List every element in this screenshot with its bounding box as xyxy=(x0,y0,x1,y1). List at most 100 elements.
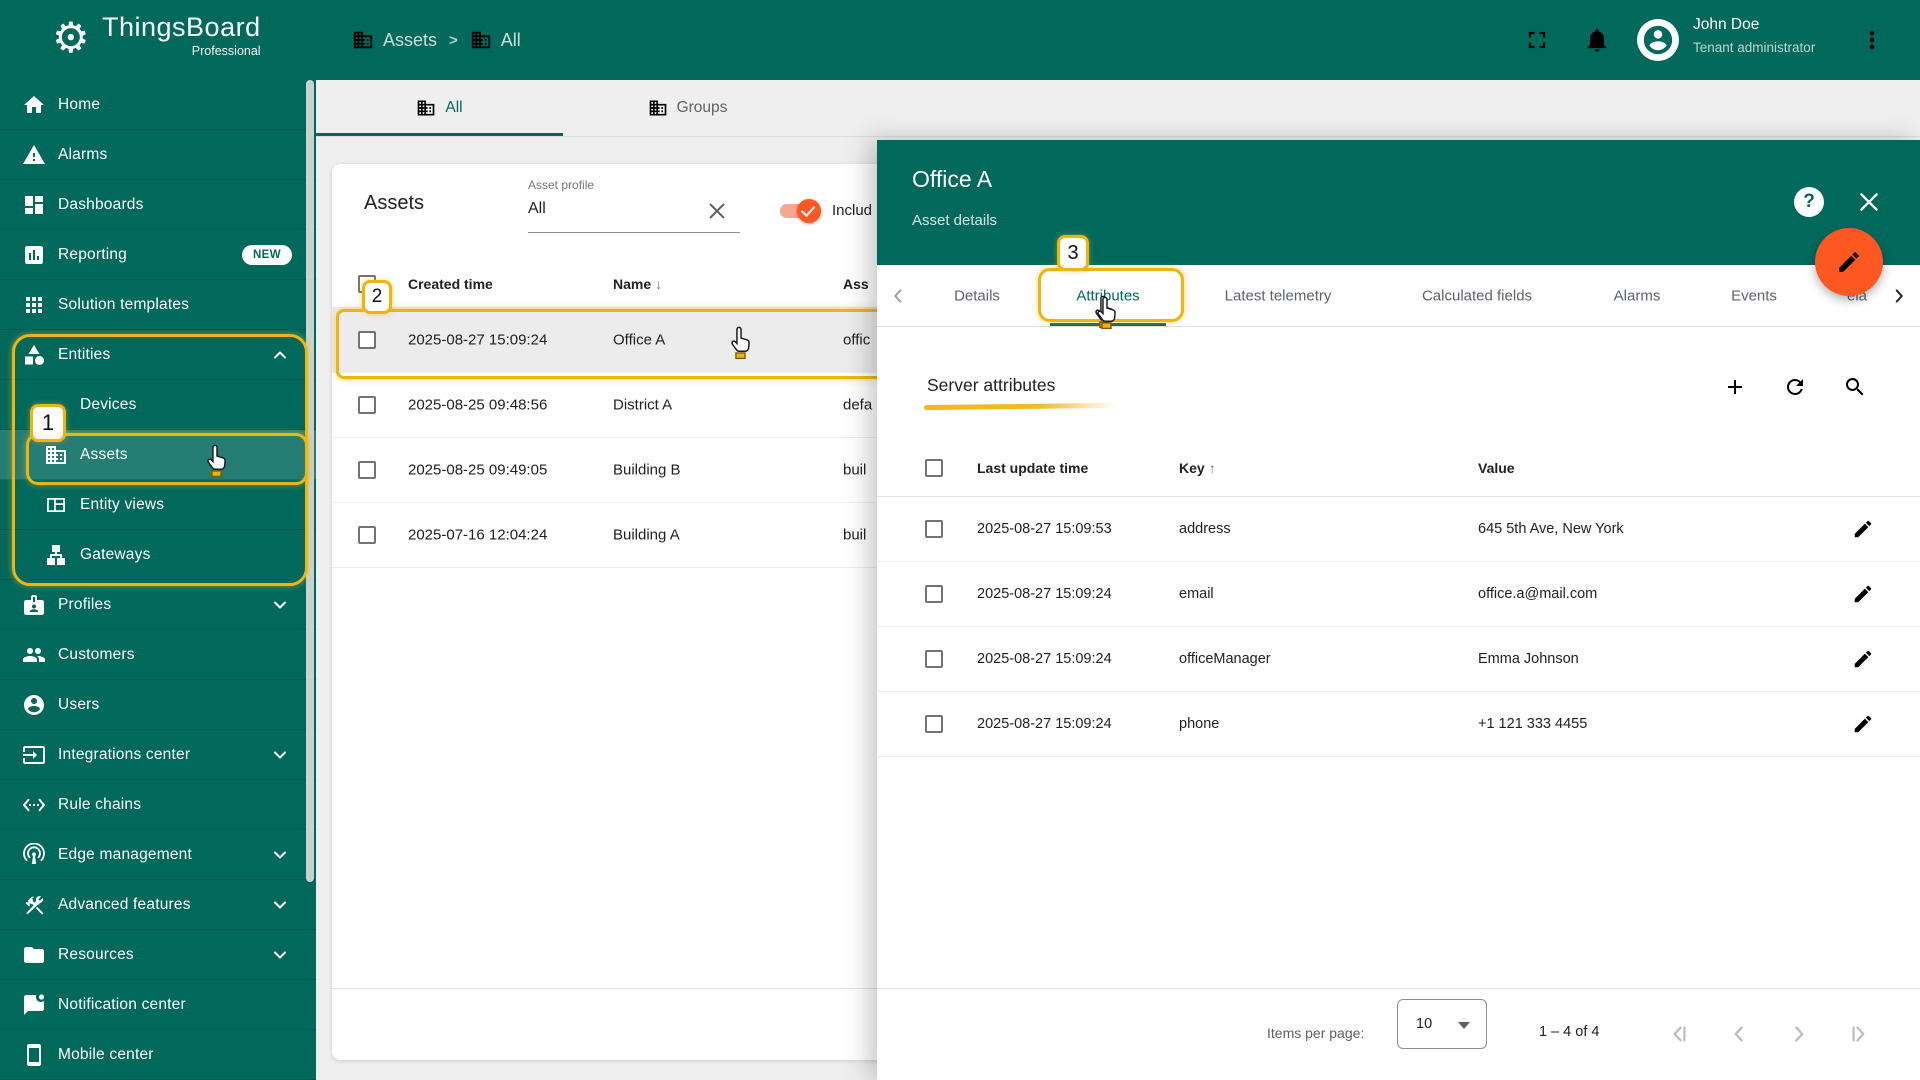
sidebar-item-edge-management[interactable]: Edge management xyxy=(0,830,316,880)
search-button[interactable] xyxy=(1843,375,1867,399)
profiles-badge-icon xyxy=(22,593,46,617)
breadcrumb-label: Assets xyxy=(383,29,438,50)
sidebar-item-entity-views[interactable]: Entity views xyxy=(0,480,316,530)
row-checkbox[interactable] xyxy=(358,396,376,414)
active-tab-underline xyxy=(1050,323,1166,326)
breadcrumb-item-assets[interactable]: Assets xyxy=(352,29,437,51)
row-checkbox[interactable] xyxy=(925,585,943,603)
first-page-button[interactable] xyxy=(1666,1021,1692,1047)
tab-groups[interactable]: Groups xyxy=(563,80,812,136)
column-asset-profile[interactable]: Ass xyxy=(843,276,869,292)
next-page-button[interactable] xyxy=(1786,1021,1812,1047)
notifications-button[interactable] xyxy=(1583,26,1611,54)
attribute-row-email[interactable]: 2025-08-27 15:09:24 email office.a@mail.… xyxy=(877,562,1920,627)
refresh-button[interactable] xyxy=(1783,375,1807,399)
sidebar-item-users[interactable]: Users xyxy=(0,680,316,730)
tab-all[interactable]: All xyxy=(316,80,563,136)
sidebar-scrollbar[interactable] xyxy=(306,80,314,882)
include-toggle[interactable] xyxy=(780,199,821,223)
top-header: ⚙ ThingsBoard Professional Assets > All … xyxy=(0,0,1920,80)
edit-attribute-button[interactable] xyxy=(1852,518,1874,540)
sidebar-item-reporting[interactable]: Reporting NEW xyxy=(0,230,316,280)
sidebar-item-profiles[interactable]: Profiles xyxy=(0,580,316,630)
sidebar-item-integrations-center[interactable]: Integrations center xyxy=(0,730,316,780)
sidebar-item-label: Alarms xyxy=(58,145,108,163)
tab-details[interactable]: Details xyxy=(954,287,1000,304)
pencil-icon xyxy=(1852,518,1874,540)
mobile-phone-icon xyxy=(22,1043,46,1067)
user-avatar[interactable] xyxy=(1637,19,1679,61)
tab-calculated-fields[interactable]: Calculated fields xyxy=(1422,287,1532,304)
attribute-row-address[interactable]: 2025-08-27 15:09:53 address 645 5th Ave,… xyxy=(877,497,1920,562)
sidebar-item-mobile-center[interactable]: Mobile center xyxy=(0,1030,316,1080)
previous-page-button[interactable] xyxy=(1726,1021,1752,1047)
column-created-time[interactable]: Created time xyxy=(408,276,493,292)
entities-category-icon xyxy=(22,343,46,367)
chevron-up-icon xyxy=(270,345,290,365)
tab-label: Groups xyxy=(676,99,728,116)
page-size-select[interactable]: 10 xyxy=(1397,999,1487,1049)
edit-attribute-button[interactable] xyxy=(1852,713,1874,735)
active-tab-underline xyxy=(316,133,563,136)
column-key[interactable]: Key ↑ xyxy=(1179,460,1216,476)
sidebar-item-resources[interactable]: Resources xyxy=(0,930,316,980)
row-checkbox[interactable] xyxy=(358,461,376,479)
edit-fab-button[interactable] xyxy=(1815,228,1883,296)
column-value[interactable]: Value xyxy=(1478,460,1515,476)
toggle-thumb-check-icon xyxy=(797,199,821,223)
sidebar-item-solution-templates[interactable]: Solution templates xyxy=(0,280,316,330)
sidebar-item-notification-center[interactable]: Notification center xyxy=(0,980,316,1030)
column-name[interactable]: Name ↓ xyxy=(613,276,662,292)
last-page-button[interactable] xyxy=(1846,1021,1872,1047)
sidebar-item-advanced-features[interactable]: Advanced features xyxy=(0,880,316,930)
close-panel-button[interactable] xyxy=(1856,189,1882,215)
row-checkbox[interactable] xyxy=(925,715,943,733)
new-badge: NEW xyxy=(241,244,292,265)
chevron-down-icon xyxy=(270,945,290,965)
assets-building-icon xyxy=(416,98,436,118)
fullscreen-button[interactable] xyxy=(1523,26,1551,54)
cell-key: address xyxy=(1179,521,1231,537)
sidebar-item-rule-chains[interactable]: Rule chains xyxy=(0,780,316,830)
row-checkbox[interactable] xyxy=(358,331,376,349)
asset-profile-select[interactable]: All xyxy=(528,200,708,218)
clear-filter-button[interactable] xyxy=(706,200,728,222)
user-role: Tenant administrator xyxy=(1693,39,1816,55)
row-checkbox[interactable] xyxy=(925,520,943,538)
sidebar-item-alarms[interactable]: Alarms xyxy=(0,130,316,180)
edit-attribute-button[interactable] xyxy=(1852,648,1874,670)
sidebar-item-customers[interactable]: Customers xyxy=(0,630,316,680)
sidebar-item-entities[interactable]: Entities xyxy=(0,330,316,380)
header-menu-button[interactable] xyxy=(1858,26,1886,54)
tab-alarms[interactable]: Alarms xyxy=(1614,287,1661,304)
sidebar-item-gateways[interactable]: Gateways xyxy=(0,530,316,580)
annotation-step-2: 2 xyxy=(362,280,392,314)
tabs-scroll-right-button[interactable] xyxy=(1888,285,1910,307)
tab-attributes[interactable]: Attributes xyxy=(1076,287,1139,304)
tab-latest-telemetry[interactable]: Latest telemetry xyxy=(1225,287,1332,304)
sort-descending-icon: ↓ xyxy=(655,275,663,292)
attribute-row-office-manager[interactable]: 2025-08-27 15:09:24 officeManager Emma J… xyxy=(877,627,1920,692)
annotation-step-3: 3 xyxy=(1057,235,1089,271)
row-checkbox[interactable] xyxy=(358,526,376,544)
tabs-scroll-left-button[interactable] xyxy=(887,285,909,307)
filter-underline xyxy=(528,232,740,233)
plus-icon xyxy=(1723,375,1747,399)
add-attribute-button[interactable] xyxy=(1723,375,1747,399)
cell-asset-profile: buil xyxy=(843,461,867,479)
brand-block[interactable]: ThingsBoard Professional xyxy=(102,12,261,58)
select-all-checkbox[interactable] xyxy=(925,459,943,477)
entity-tabs-bar: All Groups xyxy=(316,80,1920,137)
notification-chat-icon xyxy=(22,993,46,1017)
help-button[interactable]: ? xyxy=(1794,187,1824,217)
tab-events[interactable]: Events xyxy=(1731,287,1777,304)
row-checkbox[interactable] xyxy=(925,650,943,668)
breadcrumb-item-all[interactable]: All xyxy=(470,29,521,51)
reporting-chart-icon xyxy=(22,243,46,267)
attribute-row-phone[interactable]: 2025-08-27 15:09:24 phone +1 121 333 445… xyxy=(877,692,1920,757)
edit-attribute-button[interactable] xyxy=(1852,583,1874,605)
column-last-update-time[interactable]: Last update time xyxy=(977,460,1088,476)
sidebar-item-home[interactable]: Home xyxy=(0,80,316,130)
page-range-label: 1 – 4 of 4 xyxy=(1539,1024,1600,1040)
sidebar-item-dashboards[interactable]: Dashboards xyxy=(0,180,316,230)
